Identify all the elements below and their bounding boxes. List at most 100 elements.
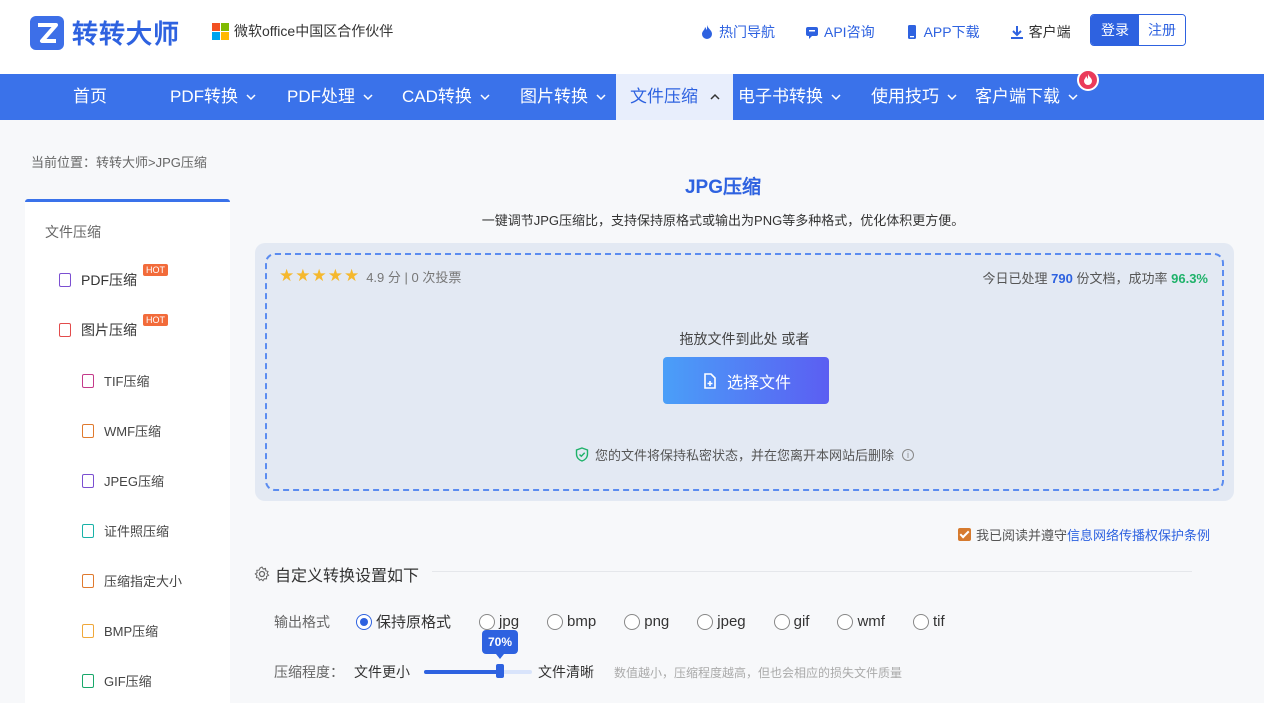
radio-png[interactable]: png: [624, 613, 669, 630]
flame-icon: [702, 25, 712, 39]
api-label: API咨询: [824, 24, 875, 40]
sidebar-item-wmf[interactable]: WMF压缩: [82, 421, 161, 440]
radio-dot[interactable]: [837, 613, 854, 630]
bmp-file-icon: [82, 623, 94, 638]
nav-home[interactable]: 首页: [73, 74, 107, 120]
sidebar-title: 文件压缩: [45, 224, 101, 240]
chevron-down-icon: [831, 94, 841, 101]
nav-cad[interactable]: CAD转换: [402, 74, 490, 120]
sidebar-item-bmp[interactable]: BMP压缩: [82, 621, 158, 640]
radio-bmp[interactable]: bmp: [547, 613, 596, 630]
radio-dot[interactable]: [773, 613, 790, 630]
radio-dot[interactable]: [356, 613, 372, 630]
info-icon[interactable]: i: [902, 448, 914, 461]
radio-tif[interactable]: tif: [912, 613, 945, 630]
sidebar-item-target-size[interactable]: 压缩指定大小: [82, 571, 182, 590]
radio-dot[interactable]: [697, 613, 714, 630]
radio-dot[interactable]: [912, 613, 929, 630]
chevron-down-icon: [947, 94, 957, 101]
login-button[interactable]: 登录: [1091, 15, 1139, 45]
partner-badge: 微软office中国区合作伙伴: [212, 21, 393, 41]
sidebar-item-label: 图片压缩: [81, 322, 137, 338]
radio-label: tif: [932, 613, 945, 630]
settings-title: 自定义转换设置如下: [275, 568, 420, 585]
radio-label: 保持原格式: [376, 614, 452, 631]
compression-max-label: 文件清晰: [538, 664, 594, 680]
hot-nav-link[interactable]: 热门导航: [700, 22, 775, 42]
shield-check-icon: [575, 447, 589, 462]
compression-slider[interactable]: 70%: [424, 630, 532, 678]
microsoft-logo-icon: [212, 22, 229, 40]
radio-dot[interactable]: [547, 613, 564, 630]
settings-header: 自定义转换设置如下: [254, 562, 419, 586]
slider-handle[interactable]: [496, 664, 504, 678]
top-links: 热门导航 API咨询 APP下载 客户端: [700, 22, 1101, 42]
radio-label: png: [644, 613, 670, 630]
radio-label: wmf: [857, 613, 885, 630]
api-link[interactable]: API咨询: [805, 22, 875, 42]
radio-label: jpeg: [717, 613, 746, 630]
nav-ebook-label: 电子书转换: [738, 87, 823, 106]
sidebar: 文件压缩 PDF压缩 HOT 图片压缩 HOT TIF压缩 WMF压缩 JPEG…: [25, 199, 230, 703]
nav-image[interactable]: 图片转换: [520, 74, 606, 120]
app-download-label: APP下载: [923, 24, 980, 40]
client-link[interactable]: 客户端: [1010, 22, 1071, 42]
client-label: 客户端: [1028, 24, 1071, 40]
top-header: 转转大师 微软office中国区合作伙伴 热门导航 API咨询 APP下载 客户…: [0, 0, 1264, 74]
resize-file-icon: [82, 573, 94, 588]
hot-tag: HOT: [143, 264, 168, 276]
nav-pdf-process[interactable]: PDF处理: [287, 74, 373, 120]
nav-client-download[interactable]: 客户端下载: [975, 74, 1078, 120]
compression-row: 压缩程度： 文件更小 70% 文件清晰 数值越小，压缩程度越高，但也会相应的损失…: [274, 630, 902, 682]
sidebar-item-tif[interactable]: TIF压缩: [82, 371, 150, 390]
logo[interactable]: 转转大师: [30, 14, 180, 51]
nav-pdf-convert-label: PDF转换: [170, 87, 238, 106]
sidebar-item-label: TIF压缩: [104, 374, 150, 389]
nav-tips[interactable]: 使用技巧: [871, 74, 957, 120]
radio-gif[interactable]: gif: [773, 613, 809, 630]
gif-file-icon: [82, 673, 94, 688]
jpeg-file-icon: [82, 473, 94, 488]
breadcrumb: 当前位置：转转大师>JPG压缩: [31, 155, 207, 170]
logo-z-icon: [30, 15, 64, 50]
agree-policy-link[interactable]: 信息网络传播权保护条例: [1067, 525, 1210, 544]
nav-pdf-process-label: PDF处理: [287, 87, 355, 106]
slider-value-tooltip: 70%: [482, 630, 518, 659]
auth-buttons: 登录 注册: [1090, 14, 1186, 46]
register-button[interactable]: 注册: [1139, 15, 1185, 45]
radio-jpeg[interactable]: jpeg: [697, 613, 746, 630]
privacy-text: 您的文件将保持私密状态，并在您离开本网站后删除: [594, 448, 894, 463]
add-file-icon: [704, 372, 716, 389]
sidebar-item-label: 压缩指定大小: [104, 574, 183, 589]
radio-jpg[interactable]: jpg: [479, 613, 519, 630]
drop-zone[interactable]: ★★★★★ 4.9 分 | 0 次投票 今日已处理 790 份文档，成功率 96…: [265, 253, 1224, 491]
radio-keep-original[interactable]: 保持原格式: [356, 611, 451, 632]
nav-compress[interactable]: 文件压缩: [616, 74, 733, 120]
sidebar-item-jpeg[interactable]: JPEG压缩: [82, 471, 164, 490]
tif-file-icon: [82, 373, 94, 388]
nav-pdf-convert[interactable]: PDF转换: [170, 74, 256, 120]
radio-dot[interactable]: [624, 613, 641, 630]
radio-dot[interactable]: [479, 613, 496, 630]
slider-fill: [424, 670, 500, 674]
sidebar-item-gif[interactable]: GIF压缩: [82, 671, 152, 690]
chevron-down-icon: [480, 94, 490, 101]
nav-ebook[interactable]: 电子书转换: [738, 74, 841, 120]
image-file-icon: [59, 323, 71, 337]
nav-compress-label: 文件压缩: [630, 87, 698, 106]
gear-icon: [254, 566, 270, 582]
divider: [432, 571, 1192, 572]
radio-wmf[interactable]: wmf: [837, 613, 885, 630]
rating: ★★★★★ 4.9 分 | 0 次投票: [279, 266, 461, 286]
sidebar-item-label: 证件照压缩: [104, 524, 170, 539]
app-download-link[interactable]: APP下载: [905, 22, 980, 42]
sidebar-item-id-photo[interactable]: 证件照压缩: [82, 521, 169, 540]
page-title: JPG压缩: [684, 177, 762, 198]
choose-file-button[interactable]: 选择文件: [663, 357, 829, 404]
rating-stars-icon[interactable]: ★★★★★: [279, 266, 360, 286]
brand-name: 转转大师: [72, 19, 181, 49]
agree-checkbox[interactable]: [958, 528, 971, 541]
sidebar-item-pdf-compress[interactable]: PDF压缩: [59, 270, 137, 290]
sidebar-item-image-compress[interactable]: 图片压缩: [59, 320, 137, 340]
drop-hint: 拖放文件到此处 或者: [679, 331, 810, 347]
